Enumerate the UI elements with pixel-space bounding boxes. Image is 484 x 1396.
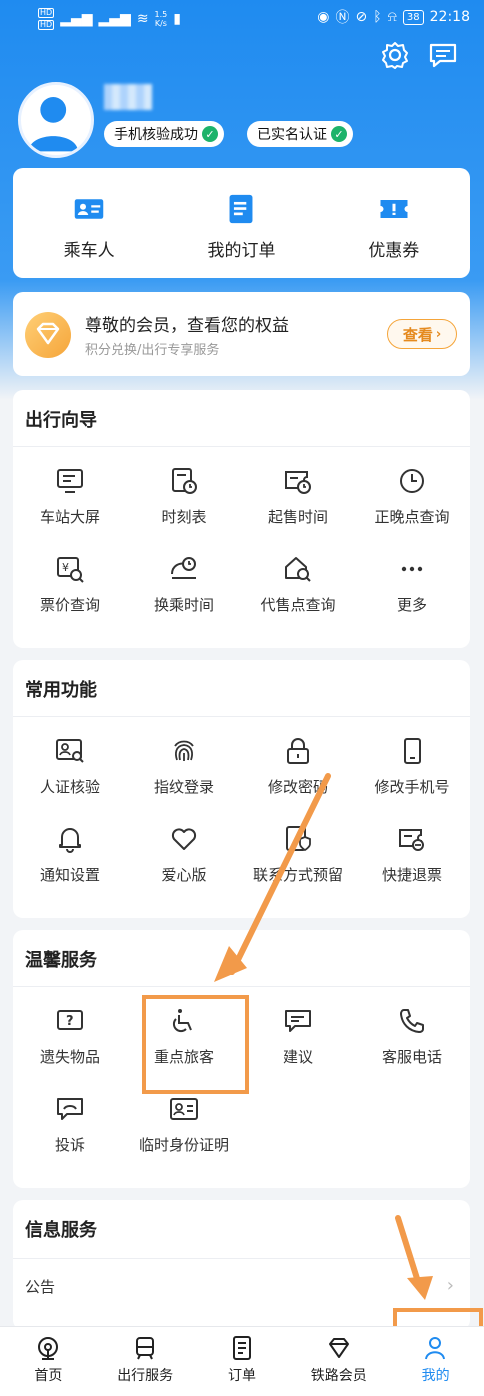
highlight-box <box>142 995 249 1094</box>
heart-icon <box>171 828 197 850</box>
fare-query-button[interactable]: ¥ 票价查询 <box>13 534 127 622</box>
train-icon <box>136 1337 155 1360</box>
membership-subtitle: 积分兑换/出行专享服务 <box>85 343 220 358</box>
realname-verified-badge: 已实名认证 ✓ <box>247 121 353 147</box>
change-phone-button[interactable]: 修改手机号 <box>355 716 469 804</box>
hd-badge: HD <box>38 20 55 30</box>
hd-badge: HD <box>38 8 55 18</box>
signal-icon: ▂▄▆ <box>98 11 131 27</box>
train-transfer-icon <box>171 557 196 579</box>
view-benefits-button[interactable]: 查看 › <box>387 319 457 349</box>
settings-icon[interactable] <box>380 40 410 70</box>
more-button[interactable]: 更多 <box>355 534 469 622</box>
tab-orders[interactable]: 订单 <box>194 1327 291 1396</box>
message-icon[interactable] <box>428 40 458 70</box>
more-dots-icon <box>401 566 423 572</box>
section-title: 出行向导 <box>25 410 97 431</box>
section-title: 信息服务 <box>25 1220 97 1241</box>
question-box-icon: ? <box>57 1010 83 1030</box>
sale-time-button[interactable]: 起售时间 <box>241 446 355 534</box>
signal-icon: ▂▄▆ <box>60 11 93 27</box>
network-speed: 1.5 K/s <box>154 10 168 28</box>
mute-icon: ⍾ <box>387 9 397 25</box>
fingerprint-icon <box>174 740 194 761</box>
id-verification-button[interactable]: 人证核验 <box>13 716 127 804</box>
tab-railway-member[interactable]: 铁路会员 <box>290 1327 387 1396</box>
chevron-right-icon: › <box>435 326 442 342</box>
bottom-tab-bar: 首页 出行服务 订单 铁路会员 我的 <box>0 1326 484 1396</box>
quick-actions-card: 乘车人 我的订单 优惠券 <box>13 168 470 278</box>
passenger-card-icon <box>74 199 104 219</box>
transfer-time-button[interactable]: 换乘时间 <box>127 534 241 622</box>
common-functions-section: 常用功能 人证核验 指纹登录 修改密码 修改手机号 通知设置 爱心版 联系方式预… <box>13 660 470 918</box>
complaint-icon <box>57 1098 83 1120</box>
customer-service-button[interactable]: 客服电话 <box>355 986 469 1074</box>
battery-indicator: 38 <box>402 9 424 25</box>
notification-icon: ▮ <box>173 11 181 27</box>
care-mode-button[interactable]: 爱心版 <box>127 804 241 892</box>
membership-card[interactable]: 尊敬的会员，查看您的权益 积分兑换/出行专享服务 查看 › <box>13 292 470 376</box>
monitor-icon <box>57 469 83 493</box>
id-card-icon <box>170 1098 198 1120</box>
status-bar: HD HD ▂▄▆ ▂▄▆ ≋ 1.5 K/s ▮ ◉ Ⓝ ⊘ ᛒ ⍾ 38 22… <box>0 0 484 36</box>
lost-items-button[interactable]: ? 遗失物品 <box>13 986 127 1074</box>
phone-handset-icon <box>400 1009 424 1033</box>
avatar[interactable] <box>18 82 94 158</box>
ticket-clock-icon <box>285 471 311 494</box>
timetable-button[interactable]: 时刻表 <box>127 446 241 534</box>
bell-icon <box>59 828 81 853</box>
bluetooth-icon: ᛒ <box>373 9 382 25</box>
coupons-button[interactable]: 优惠券 <box>318 168 470 278</box>
check-icon: ✓ <box>202 126 218 142</box>
fingerprint-login-button[interactable]: 指纹登录 <box>127 716 241 804</box>
notification-settings-button[interactable]: 通知设置 <box>13 804 127 892</box>
travel-guide-section: 出行向导 车站大屏 时刻表 起售时间 正晚点查询 ¥ 票价查询 换乘时间 代售点… <box>13 390 470 648</box>
id-verify-icon <box>56 739 84 763</box>
clock: 22:18 <box>429 9 470 25</box>
contact-shield-icon <box>286 826 311 852</box>
station-screen-button[interactable]: 车站大屏 <box>13 446 127 534</box>
phone-verified-badge: 手机核验成功 ✓ <box>104 121 224 147</box>
profile-icon <box>424 1337 445 1360</box>
order-icon <box>232 1336 251 1360</box>
svg-text:?: ? <box>66 1014 74 1029</box>
fare-search-icon: ¥ <box>57 557 84 583</box>
section-title: 温馨服务 <box>25 950 97 971</box>
membership-gem-icon <box>25 312 71 358</box>
suggestion-button[interactable]: 建议 <box>241 986 355 1074</box>
complaint-button[interactable]: 投诉 <box>13 1074 127 1162</box>
coupon-icon <box>380 200 408 218</box>
agency-query-button[interactable]: 代售点查询 <box>241 534 355 622</box>
quick-refund-button[interactable]: 快捷退票 <box>355 804 469 892</box>
diamond-icon <box>328 1338 349 1358</box>
check-icon: ✓ <box>331 126 347 142</box>
phone-icon <box>404 738 421 764</box>
feedback-icon <box>285 1010 311 1032</box>
punctuality-query-button[interactable]: 正晚点查询 <box>355 446 469 534</box>
user-silhouette-icon <box>28 96 79 152</box>
section-title: 常用功能 <box>25 680 97 701</box>
order-list-icon <box>230 194 253 224</box>
lock-icon <box>287 738 309 764</box>
chevron-right-icon: › <box>446 1275 454 1296</box>
tab-travel-service[interactable]: 出行服务 <box>97 1327 194 1396</box>
ticket-refund-icon <box>399 829 424 851</box>
clock-icon <box>400 469 424 493</box>
passengers-button[interactable]: 乘车人 <box>13 168 165 278</box>
tab-mine[interactable]: 我的 <box>387 1327 484 1396</box>
tab-home[interactable]: 首页 <box>0 1327 97 1396</box>
contact-reserve-button[interactable]: 联系方式预留 <box>241 804 355 892</box>
nfc-icon: Ⓝ <box>335 10 350 26</box>
change-password-button[interactable]: 修改密码 <box>241 716 355 804</box>
eye-icon: ◉ <box>317 9 330 25</box>
home-icon <box>38 1337 59 1360</box>
house-search-icon <box>285 557 311 582</box>
membership-title: 尊敬的会员，查看您的权益 <box>85 316 289 336</box>
alarm-icon: ⊘ <box>355 9 368 25</box>
my-orders-button[interactable]: 我的订单 <box>165 168 317 278</box>
username-redacted <box>104 84 152 110</box>
svg-text:¥: ¥ <box>62 561 69 574</box>
wifi-icon: ≋ <box>136 11 149 27</box>
timetable-icon <box>172 468 197 494</box>
